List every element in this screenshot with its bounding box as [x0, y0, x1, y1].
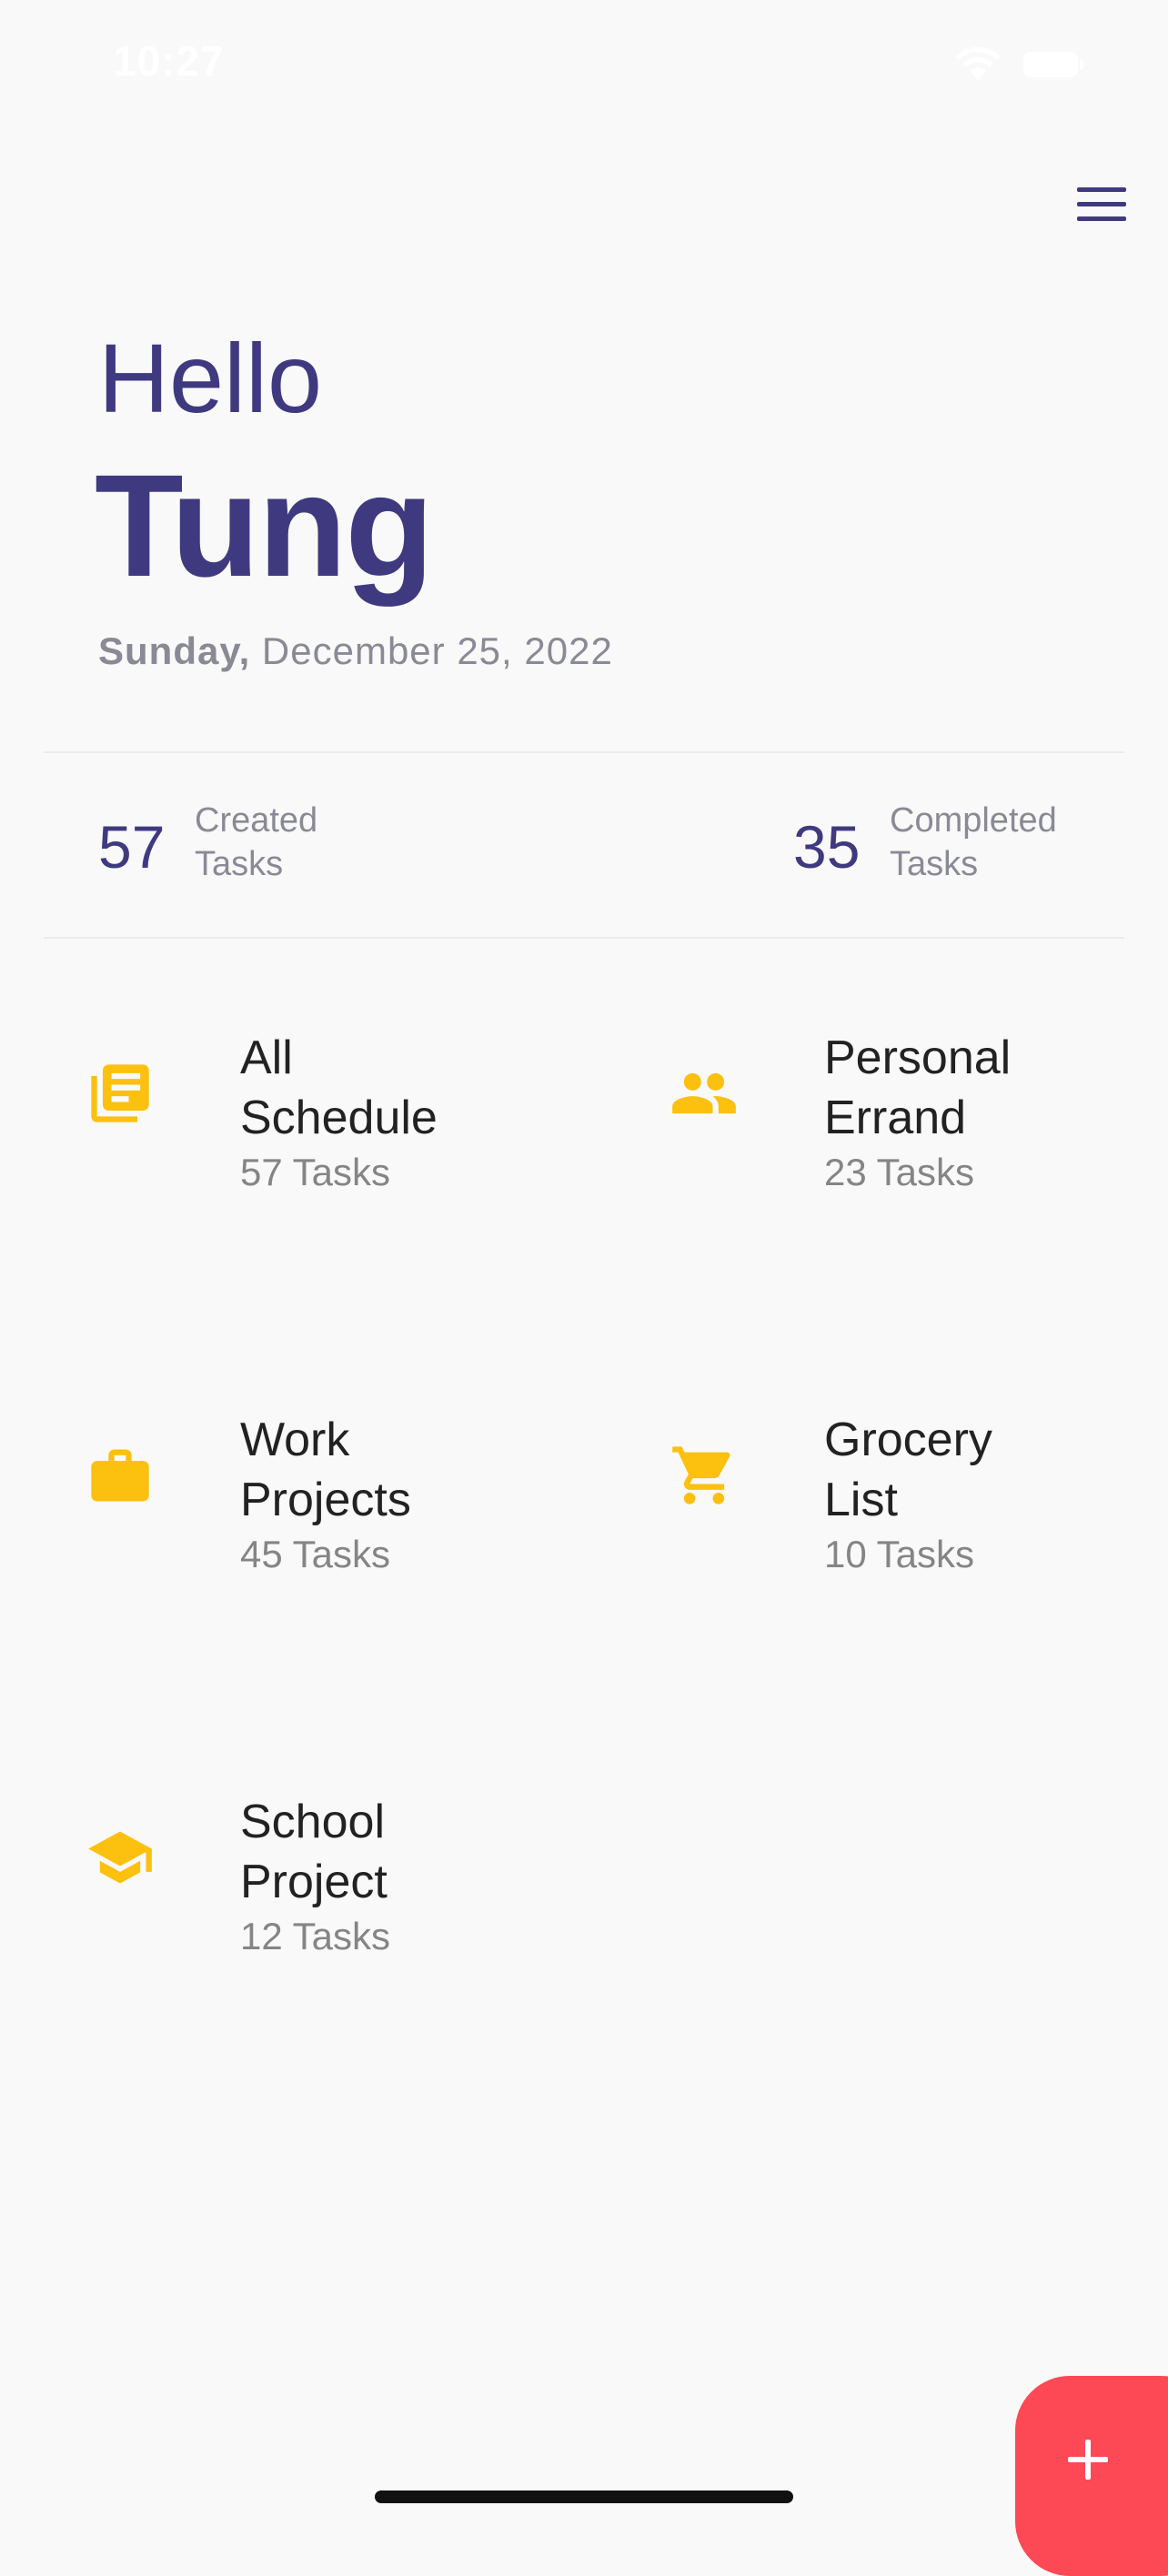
plus-icon [1068, 2440, 1108, 2480]
stat-label-line: Tasks [195, 845, 284, 883]
hamburger-menu-icon [1077, 187, 1126, 221]
category-all-schedule[interactable]: All Schedule 57 Tasks [73, 1019, 546, 1228]
stat-completed-value: 35 [793, 813, 861, 880]
stat-label-line: Tasks [890, 845, 979, 883]
category-grocery-list[interactable]: Grocery List 10 Tasks [657, 1401, 1130, 1610]
home-indicator [375, 2490, 793, 2503]
category-task-count: 45 Tasks [240, 1533, 390, 1575]
wifi-icon [955, 46, 1001, 80]
category-title: List [824, 1474, 898, 1526]
category-task-count: 12 Tasks [240, 1915, 390, 1957]
status-bar-time: 10:27 [113, 37, 225, 85]
divider [44, 937, 1124, 939]
category-title: Schedule [240, 1092, 438, 1144]
category-title: Projects [240, 1474, 411, 1526]
stat-created-label: Created Tasks [195, 799, 317, 886]
stat-label-line: Created [195, 801, 318, 840]
category-text: All Schedule 57 Tasks [240, 1028, 438, 1197]
date-day: Sunday, [98, 629, 251, 672]
battery-icon [1023, 52, 1083, 77]
stat-created-value: 57 [98, 813, 166, 880]
category-title: Personal [824, 1031, 1012, 1084]
category-title: School [240, 1796, 385, 1848]
user-name: Tung [95, 444, 434, 607]
current-date: Sunday, December 25, 2022 [98, 629, 613, 673]
briefcase-icon [91, 1449, 149, 1502]
category-text: Work Projects 45 Tasks [240, 1410, 411, 1579]
category-text: Grocery List 10 Tasks [824, 1410, 992, 1579]
divider [44, 751, 1124, 753]
category-title: Errand [824, 1092, 967, 1144]
category-personal-errand[interactable]: Personal Errand 23 Tasks [657, 1019, 1130, 1228]
category-title: All [240, 1031, 293, 1084]
category-task-count: 57 Tasks [240, 1151, 390, 1193]
category-title: Grocery [824, 1414, 992, 1466]
add-task-button[interactable] [1015, 2376, 1168, 2576]
category-work-projects[interactable]: Work Projects 45 Tasks [73, 1401, 546, 1610]
category-task-count: 23 Tasks [824, 1151, 974, 1193]
people-icon [672, 1072, 736, 1114]
category-school-project[interactable]: School Project 12 Tasks [73, 1783, 546, 1992]
shopping-cart-icon [672, 1446, 730, 1504]
category-title: Project [240, 1856, 388, 1908]
schedule-list-icon [91, 1064, 149, 1122]
menu-button[interactable] [1073, 182, 1132, 229]
category-text: Personal Errand 23 Tasks [824, 1028, 1011, 1197]
category-text: School Project 12 Tasks [240, 1792, 390, 1961]
date-full: December 25, 2022 [250, 629, 613, 672]
graduation-cap-icon [88, 1831, 152, 1884]
category-task-count: 10 Tasks [824, 1533, 974, 1575]
stat-label-line: Completed [890, 801, 1057, 840]
greeting-text: Hello [98, 323, 323, 433]
category-title: Work [240, 1414, 350, 1466]
stat-completed-label: Completed Tasks [890, 799, 1057, 886]
